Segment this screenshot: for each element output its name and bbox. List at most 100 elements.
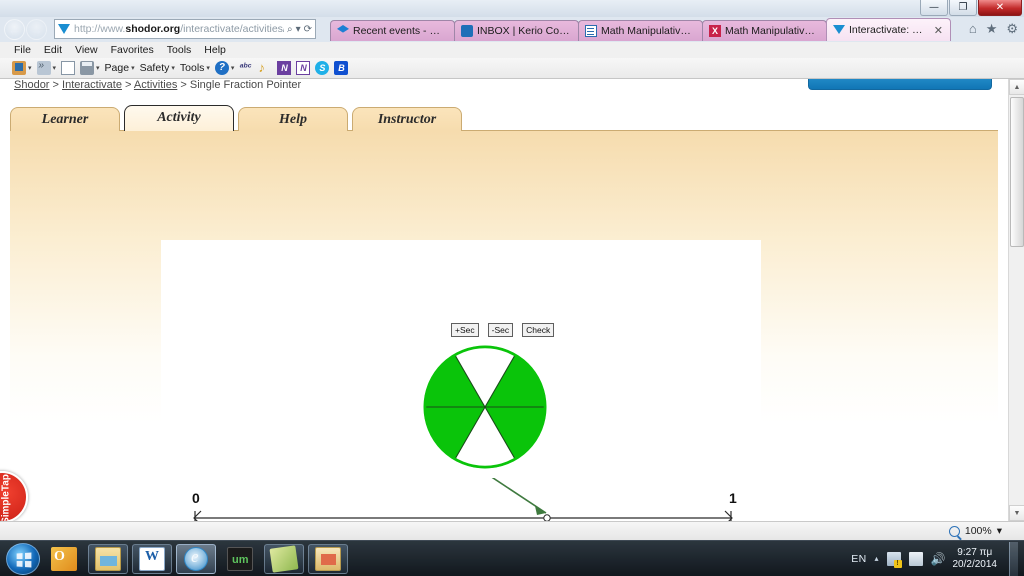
browser-status-bar: 100% ▾ [0, 521, 1024, 540]
breadcrumb-interactivate[interactable]: Interactivate [62, 79, 122, 91]
menu-help[interactable]: Help [204, 44, 226, 56]
dropbox-icon [337, 25, 349, 33]
clock[interactable]: 9:27 πμ 20/2/2014 [953, 547, 1002, 571]
cmd-help[interactable]: ? ▾ [214, 61, 234, 75]
remove-sector-button[interactable]: -Sec [487, 323, 514, 337]
tab-learner[interactable]: Learner [10, 107, 120, 131]
menu-tools[interactable]: Tools [167, 44, 192, 56]
breadcrumb-sep: > [52, 79, 59, 91]
numberline-label-zero: 0 [192, 490, 200, 506]
browser-toolbar-icons: ⌂ ★ ⚙ [969, 21, 1018, 37]
maximize-button[interactable]: ❐ [949, 0, 977, 16]
tab-activity[interactable]: Activity [124, 105, 234, 131]
browser-tab-strip: Recent events - Dropbox INBOX | Kerio Co… [330, 18, 951, 41]
check-button[interactable]: Check [522, 323, 555, 337]
page-top-blue-button[interactable] [808, 79, 992, 90]
star-icon[interactable]: ★ [986, 21, 998, 37]
cmd-tools[interactable]: Tools ▾ [180, 62, 210, 74]
tab-instructor[interactable]: Instructor [352, 107, 462, 131]
breadcrumb-shodor[interactable]: Shodor [14, 79, 49, 91]
scroll-down-icon[interactable]: ▼ [1009, 505, 1024, 521]
show-hidden-icons-icon[interactable]: ▴ [874, 554, 878, 563]
breadcrumb-activities[interactable]: Activities [134, 79, 177, 91]
browser-window: — ❐ ✕ ← → http://www.shodor.org/interact… [0, 0, 1024, 540]
search-icon[interactable]: ⌕ [287, 24, 293, 35]
window-controls: — ❐ ✕ [920, 0, 1022, 16]
menu-favorites[interactable]: Favorites [111, 44, 154, 56]
network-warning-icon[interactable] [886, 551, 902, 568]
close-button[interactable]: ✕ [978, 0, 1022, 16]
cmd-page[interactable]: Page ▾ [105, 62, 135, 74]
taskbar-um[interactable] [220, 544, 260, 574]
cmd-print[interactable]: ▾ [80, 61, 100, 75]
browser-tab-label: Interactivate: Single ... [849, 24, 928, 36]
forward-button[interactable]: → [26, 18, 47, 40]
taskbar-word[interactable] [132, 543, 172, 574]
cmd-spellcheck[interactable]: ᵃᵇᶜ [239, 61, 253, 75]
back-button[interactable]: ← [4, 18, 25, 40]
add-sector-button[interactable]: +Sec [451, 323, 479, 337]
taskbar-notes[interactable] [264, 543, 304, 574]
taskbar-internet-explorer[interactable] [176, 543, 216, 574]
close-icon[interactable]: ✕ [934, 24, 943, 37]
browser-tab-kerio[interactable]: INBOX | Kerio Connect ... [454, 20, 579, 41]
internet-explorer-icon [184, 546, 208, 571]
feeds-icon [36, 60, 51, 75]
site-favicon-icon [58, 23, 71, 36]
bluetooth-icon: B [334, 61, 349, 75]
taskbar: EN ▴ 🔊 9:27 πμ 20/2/2014 [0, 540, 1024, 576]
read-mail-icon [61, 61, 76, 75]
onenote-white-icon: N [296, 61, 311, 75]
taskbar-outlook[interactable] [44, 544, 84, 574]
menu-file[interactable]: File [14, 44, 31, 56]
desktop-screen: — ❐ ✕ ← → http://www.shodor.org/interact… [0, 0, 1024, 576]
action-center-flag-icon[interactable] [908, 551, 923, 566]
browser-tab-interactivate[interactable]: Interactivate: Single ... ✕ [826, 18, 951, 41]
taskbar-explorer[interactable] [88, 543, 128, 574]
breadcrumb-sep: > [125, 79, 132, 91]
scroll-up-icon[interactable]: ▲ [1009, 79, 1024, 95]
zoom-level[interactable]: 100% [965, 525, 992, 537]
browser-tab-math-manipulative-ba[interactable]: X Math Manipulative - Ba... [702, 20, 827, 41]
chevron-down-icon[interactable]: ▾ [296, 24, 301, 35]
scrollbar-thumb[interactable] [1010, 97, 1024, 247]
cmd-safety[interactable]: Safety ▾ [140, 62, 175, 74]
kerio-icon [461, 25, 473, 37]
spellcheck-icon: ᵃᵇᶜ [239, 62, 252, 73]
browser-tab-dropbox[interactable]: Recent events - Dropbox [330, 20, 455, 41]
refresh-icon[interactable]: ⟳ [304, 24, 312, 35]
excel-icon: X [709, 25, 721, 37]
taskbar-photo[interactable] [308, 543, 348, 574]
gear-icon[interactable]: ⚙ [1006, 21, 1018, 37]
breadcrumb-current: Single Fraction Pointer [189, 79, 302, 91]
address-bar[interactable]: http://www.shodor.org/interactivate/acti… [54, 19, 316, 39]
home-icon[interactable]: ⌂ [969, 21, 977, 37]
math-manip-icon [585, 25, 597, 37]
cmd-music[interactable]: ♪ [258, 61, 272, 75]
home-page-icon [12, 61, 26, 75]
cmd-onenote-send[interactable]: N [277, 61, 292, 75]
fraction-circle-diagram[interactable] [423, 345, 547, 469]
photo-viewer-icon [315, 546, 341, 571]
start-button[interactable] [6, 542, 40, 575]
language-indicator[interactable]: EN [851, 553, 866, 565]
page-scrollbar[interactable]: ▲ ▼ [1008, 79, 1024, 521]
cmd-home-page[interactable]: ▾ [12, 61, 32, 75]
help-icon: ? [214, 61, 229, 75]
browser-tab-math-manipulatives[interactable]: Math Manipulatives - ... [578, 20, 703, 41]
windows-explorer-icon [95, 546, 121, 571]
minimize-button[interactable]: — [920, 0, 948, 16]
page-body: +Sec -Sec Check 0 1 [10, 131, 998, 521]
cmd-read-mail[interactable] [61, 61, 76, 75]
volume-icon[interactable]: 🔊 [931, 552, 946, 566]
cmd-feeds[interactable]: ▾ [36, 60, 56, 75]
menu-edit[interactable]: Edit [44, 44, 62, 56]
zoom-chevron-down-icon[interactable]: ▾ [997, 525, 1002, 537]
tab-help[interactable]: Help [238, 107, 348, 131]
cmd-bluetooth[interactable]: B [334, 61, 349, 75]
simpletap-label: SimpleTap [0, 474, 12, 521]
menu-view[interactable]: View [75, 44, 98, 56]
show-desktop-button[interactable] [1009, 541, 1018, 576]
cmd-skype[interactable]: S [315, 61, 330, 75]
cmd-onenote-linked[interactable]: N [296, 61, 311, 75]
